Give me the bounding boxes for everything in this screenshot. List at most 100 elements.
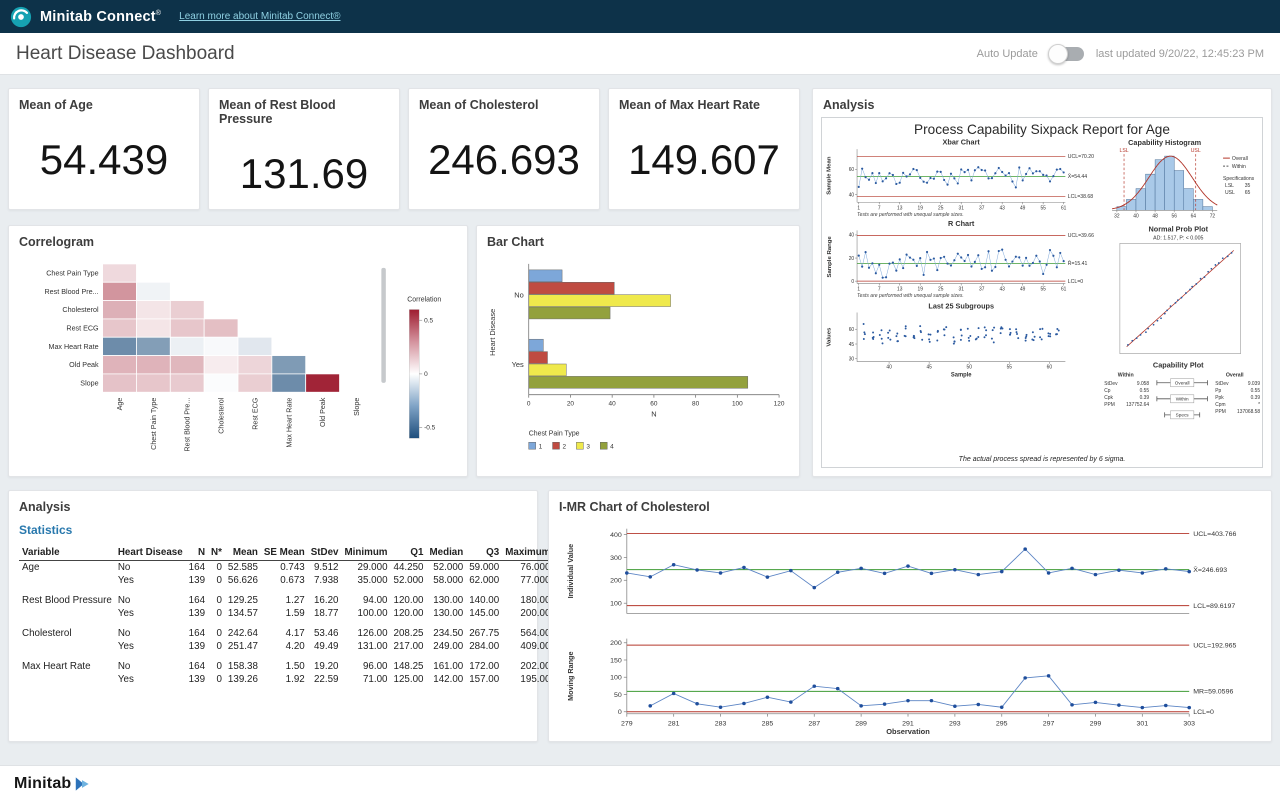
kpi-value: 246.693: [409, 136, 599, 184]
svg-text:Process Capability Sixpack Rep: Process Capability Sixpack Report for Ag…: [914, 121, 1170, 137]
svg-text:60: 60: [849, 167, 855, 173]
table-row: Yes1390134.571.5918.77100.00120.00130.00…: [19, 607, 553, 620]
svg-text:Age: Age: [116, 398, 124, 411]
svg-text:Sample Mean: Sample Mean: [827, 156, 833, 195]
svg-text:32: 32: [1114, 213, 1120, 219]
svg-text:*: *: [1258, 402, 1260, 408]
svg-text:3: 3: [586, 444, 590, 451]
kpi-card-mean-rest-bp: Mean of Rest Blood Pressure 131.69: [208, 88, 400, 210]
svg-text:Overall: Overall: [1232, 156, 1248, 162]
svg-text:Within: Within: [1118, 373, 1134, 379]
kpi-value: 131.69: [209, 150, 399, 198]
svg-text:61: 61: [1061, 286, 1067, 292]
svg-text:48: 48: [1152, 213, 1158, 219]
svg-text:25: 25: [938, 286, 944, 292]
kpi-title: Mean of Rest Blood Pressure: [209, 89, 399, 126]
svg-text:0: 0: [618, 709, 622, 716]
svg-text:2: 2: [562, 444, 566, 451]
table-row: Max Heart RateNo1640158.381.5019.2096.00…: [19, 653, 553, 673]
kpi-card-mean-cholesterol: Mean of Cholesterol 246.693: [408, 88, 600, 210]
svg-text:137068.58: 137068.58: [1237, 409, 1260, 415]
brand-reg: ®: [156, 10, 161, 17]
svg-text:37: 37: [979, 205, 985, 211]
correlogram-scrollbar[interactable]: [381, 268, 385, 383]
svg-text:43: 43: [999, 205, 1005, 211]
svg-text:60: 60: [1047, 365, 1053, 371]
svg-text:Last 25 Subgroups: Last 25 Subgroups: [928, 301, 994, 310]
svg-text:120: 120: [774, 401, 785, 408]
svg-text:1: 1: [857, 205, 860, 211]
svg-text:LSL: LSL: [1225, 183, 1234, 189]
svg-text:31: 31: [958, 205, 964, 211]
panel-title: Analysis: [9, 491, 537, 514]
svg-text:LSL: LSL: [1119, 148, 1128, 154]
table-row: Yes1390139.261.9222.5971.00125.00142.001…: [19, 673, 553, 686]
svg-text:25: 25: [938, 205, 944, 211]
svg-text:USL: USL: [1225, 190, 1235, 196]
svg-text:37: 37: [979, 286, 985, 292]
svg-text:LCL=38.68: LCL=38.68: [1068, 194, 1093, 200]
svg-text:Cholesterol: Cholesterol: [62, 306, 99, 314]
svg-text:9.058: 9.058: [1137, 381, 1149, 387]
svg-text:R Chart: R Chart: [948, 219, 975, 228]
svg-text:Rest ECG: Rest ECG: [251, 397, 259, 430]
statistics-section-link[interactable]: Statistics: [19, 523, 529, 537]
svg-text:303: 303: [1183, 720, 1195, 727]
svg-text:R̄=15.41: R̄=15.41: [1068, 260, 1088, 267]
svg-text:40: 40: [886, 365, 892, 371]
sixpack-figure: Process Capability Sixpack Report for Ag…: [821, 117, 1263, 468]
learn-more-link[interactable]: Learn more about Minitab Connect®: [179, 11, 340, 22]
svg-text:LCL=0: LCL=0: [1193, 709, 1214, 716]
svg-text:Xbar Chart: Xbar Chart: [943, 137, 981, 146]
svg-text:UCL=39.66: UCL=39.66: [1068, 233, 1094, 239]
minitab-connect-logo-icon: [10, 6, 32, 28]
kpi-title: Mean of Cholesterol: [409, 89, 599, 112]
svg-text:LCL=89.6197: LCL=89.6197: [1193, 603, 1235, 610]
svg-text:7: 7: [878, 205, 881, 211]
svg-text:Slope: Slope: [80, 380, 98, 388]
svg-text:Yes: Yes: [512, 360, 524, 369]
svg-text:50: 50: [967, 365, 973, 371]
svg-text:45: 45: [926, 365, 932, 371]
svg-text:283: 283: [715, 720, 727, 727]
svg-text:289: 289: [855, 720, 867, 727]
panel-title: I-MR Chart of Cholesterol: [549, 491, 1271, 514]
svg-text:Individual Value: Individual Value: [566, 544, 575, 599]
svg-text:20: 20: [849, 256, 855, 262]
svg-text:50: 50: [614, 692, 622, 699]
svg-text:0.39: 0.39: [1140, 395, 1150, 401]
svg-text:Values: Values: [827, 327, 833, 347]
svg-text:0.39: 0.39: [1251, 395, 1261, 401]
auto-update-toggle[interactable]: [1050, 47, 1084, 61]
svg-text:13: 13: [897, 286, 903, 292]
svg-text:Rest ECG: Rest ECG: [66, 325, 99, 333]
svg-text:Cholesterol: Cholesterol: [218, 397, 226, 433]
last-updated-text: last updated 9/20/22, 12:45:23 PM: [1096, 48, 1264, 60]
svg-text:287: 287: [808, 720, 820, 727]
page-title: Heart Disease Dashboard: [16, 43, 235, 65]
svg-text:55: 55: [1007, 365, 1013, 371]
svg-text:55: 55: [1040, 286, 1046, 292]
svg-text:100: 100: [610, 675, 622, 682]
svg-text:9.039: 9.039: [1248, 381, 1260, 387]
svg-text:200: 200: [610, 640, 622, 647]
svg-text:Observation: Observation: [886, 727, 930, 735]
svg-text:UCL=192.965: UCL=192.965: [1193, 643, 1236, 650]
statistics-body: Statistics VariableHeart DiseaseNN*MeanS…: [19, 517, 529, 735]
table-row: AgeNo164052.5850.7439.51229.00044.25052.…: [19, 561, 553, 575]
svg-text:400: 400: [610, 532, 622, 539]
svg-text:LCL=0: LCL=0: [1068, 279, 1083, 285]
svg-text:0: 0: [527, 401, 531, 408]
table-row: Yes1390251.474.2049.49131.00217.00249.00…: [19, 640, 553, 653]
svg-text:Old Peak: Old Peak: [69, 361, 99, 369]
svg-text:281: 281: [668, 720, 680, 727]
svg-text:Sample Range: Sample Range: [827, 236, 833, 278]
table-row: Yes139056.6260.6737.93835.00052.00058.00…: [19, 574, 553, 587]
svg-text:AD: 1.517, P: < 0.005: AD: 1.517, P: < 0.005: [1153, 235, 1203, 241]
svg-text:35: 35: [1245, 183, 1251, 189]
imr-chart-card: I-MR Chart of Cholesterol 100200300400UC…: [548, 490, 1272, 742]
svg-text:4: 4: [610, 444, 614, 451]
svg-text:65: 65: [1245, 190, 1251, 196]
svg-text:StDev: StDev: [1215, 381, 1229, 387]
statistics-table: VariableHeart DiseaseNN*MeanSE MeanStDev…: [19, 545, 553, 686]
